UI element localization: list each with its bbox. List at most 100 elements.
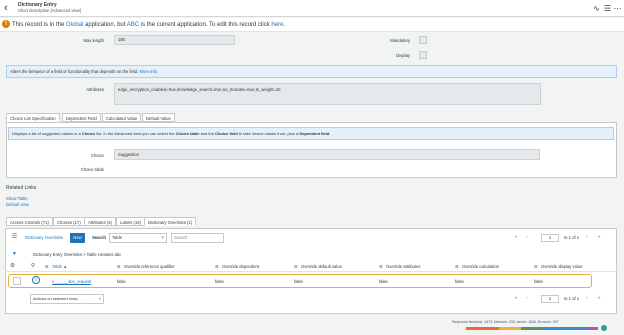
prev-page-icon[interactable]: ‹ (526, 295, 528, 300)
banner-text: is the current application. To edit this… (139, 22, 272, 28)
choice-label: Choice (90, 153, 104, 158)
info-text: Alters the behavior of a field or functi… (10, 69, 139, 74)
tab-choices[interactable]: Choices (17) (53, 217, 85, 226)
max-length-field[interactable]: 180 (114, 35, 235, 45)
display-checkbox[interactable] (419, 51, 427, 59)
page-count: to 1 of 1 (564, 296, 580, 301)
back-arrow-icon[interactable]: ‹ (4, 2, 16, 14)
activity-icon[interactable]: ∿ (591, 3, 602, 14)
choice-info-box: Displays a list of suggested values in a… (8, 127, 614, 140)
tab-labels[interactable]: Labels (16) (116, 217, 145, 226)
read-only-banner: This record is in the Global application… (0, 18, 624, 32)
column-menu-icon[interactable]: ☰ (455, 264, 459, 269)
row-cell: false (455, 279, 464, 284)
tab-dictionary-overrides[interactable]: Dictionary Overrides (1) (144, 217, 197, 226)
choice-field[interactable]: Suggestion (114, 149, 540, 160)
tab-choice-list-specification[interactable]: Choice List Specification (6, 113, 60, 122)
info-text: Displays a list of suggested values in a (12, 131, 82, 136)
default-view-link[interactable]: Default view (6, 202, 29, 207)
column-label: Table (52, 264, 63, 269)
info-text: Dependent field (299, 131, 330, 136)
abc-link[interactable]: ABC (127, 22, 139, 28)
filter-icon[interactable]: ▼ (12, 251, 17, 257)
response-time-text: Response time(ms): 4473, Network: 230, s… (452, 320, 538, 324)
info-icon[interactable]: i (32, 276, 40, 284)
bar-segment (587, 327, 598, 330)
bar-segment (543, 327, 587, 330)
info-text: and the (199, 131, 216, 136)
row-cell: false (379, 279, 388, 284)
show-table-link[interactable]: Show Table (6, 196, 28, 201)
new-button[interactable]: New (70, 233, 85, 243)
search-field-value: Table (112, 235, 123, 240)
list-menu-icon[interactable]: ☰ (10, 233, 19, 242)
search-input[interactable]: Search (171, 233, 224, 243)
search-icon[interactable]: ⚲ (31, 263, 35, 269)
max-length-label: Max length (83, 38, 104, 43)
next-page-icon[interactable]: › (586, 295, 588, 300)
row-table-link[interactable]: x______abc_request (52, 279, 91, 284)
more-info-link[interactable]: More Info (139, 69, 157, 74)
column-menu-icon[interactable]: ☰ (117, 264, 121, 269)
choice-table-label: Choice table (80, 167, 104, 172)
prev-page-icon[interactable]: ‹ (526, 234, 528, 239)
chevron-down-icon: ˅ (161, 235, 164, 240)
mandatory-checkbox[interactable] (419, 36, 427, 44)
info-text: list. In the Advanced view you can selec… (95, 131, 176, 136)
info-text: to take choice values from, plus a (237, 131, 300, 136)
related-links-heading: Related Links (6, 185, 37, 191)
column-header-display-value[interactable]: Override display value (541, 264, 582, 269)
tab-access-controls[interactable]: Access Controls (71) (6, 217, 53, 226)
mandatory-label: Mandatory (390, 38, 410, 43)
form-subtitle: Short description [Advanced view] (18, 8, 82, 13)
column-header-dependent[interactable]: Override dependent (222, 264, 259, 269)
tab-attributes[interactable]: Attributes (4) (84, 217, 116, 226)
column-menu-icon[interactable]: ☰ (45, 264, 49, 269)
actions-select[interactable]: Actions on selected rows... ˅ (30, 294, 104, 304)
last-page-icon[interactable]: » (598, 295, 601, 300)
page-count: to 1 of 1 (564, 235, 580, 240)
column-menu-icon[interactable]: ☰ (379, 264, 383, 269)
tab-dependent-field[interactable]: Dependent Field (62, 113, 101, 122)
tab-default-value[interactable]: Default Value (142, 113, 175, 122)
bar-segment (466, 327, 499, 330)
breadcrumb[interactable]: Dictionary Entry Overrides > Table conta… (33, 252, 121, 257)
menu-icon[interactable]: ⋯ (612, 3, 623, 14)
column-menu-icon[interactable]: ☰ (215, 264, 219, 269)
form-header: ‹ Dictionary Entry Short description [Ad… (0, 0, 624, 17)
status-dot-icon (601, 325, 607, 331)
attributes-label: Attributes (86, 87, 104, 92)
column-menu-icon[interactable]: ☰ (534, 264, 538, 269)
global-link[interactable]: Global (66, 22, 83, 28)
last-page-icon[interactable]: » (598, 234, 601, 239)
list-title[interactable]: Dictionary Overrides (25, 233, 63, 243)
browser-time-link[interactable]: Browser: 597 (538, 320, 559, 324)
column-header-reference-qualifier[interactable]: Override reference qualifier (124, 264, 175, 269)
display-label: Display (396, 53, 410, 58)
search-field-select[interactable]: Table ˅ (109, 233, 167, 243)
gear-icon[interactable]: ⚙ (10, 263, 15, 269)
here-link[interactable]: here (271, 22, 283, 28)
first-page-icon[interactable]: « (515, 234, 518, 239)
field-info-box: Alters the behavior of a field or functi… (6, 65, 617, 78)
column-header-attributes[interactable]: Override attributes (386, 264, 420, 269)
row-checkbox[interactable] (13, 277, 21, 285)
column-header-default-value[interactable]: Override default value (301, 264, 342, 269)
row-cell: false (215, 279, 224, 284)
page-input[interactable]: 1 (541, 295, 559, 303)
header-divider (5, 271, 617, 272)
info-text: Choice field (215, 131, 238, 136)
first-page-icon[interactable]: « (515, 295, 518, 300)
attributes-field[interactable]: edge_encryption_enabled=true,knowledge_s… (114, 83, 541, 105)
info-text: Choice table (175, 131, 200, 136)
bar-segment (521, 327, 543, 330)
column-header-table[interactable]: Table ▲ (52, 264, 67, 269)
tab-calculated-value[interactable]: Calculated Value (102, 113, 142, 122)
response-time: Response time(ms): 4473, Network: 230, s… (452, 320, 559, 324)
column-menu-icon[interactable]: ☰ (294, 264, 298, 269)
page-input[interactable]: 1 (541, 234, 559, 242)
column-header-calculation[interactable]: Override calculation (462, 264, 499, 269)
next-page-icon[interactable]: › (586, 234, 588, 239)
banner-text: This record is in the (12, 22, 67, 28)
actions-placeholder: Actions on selected rows... (33, 296, 81, 301)
